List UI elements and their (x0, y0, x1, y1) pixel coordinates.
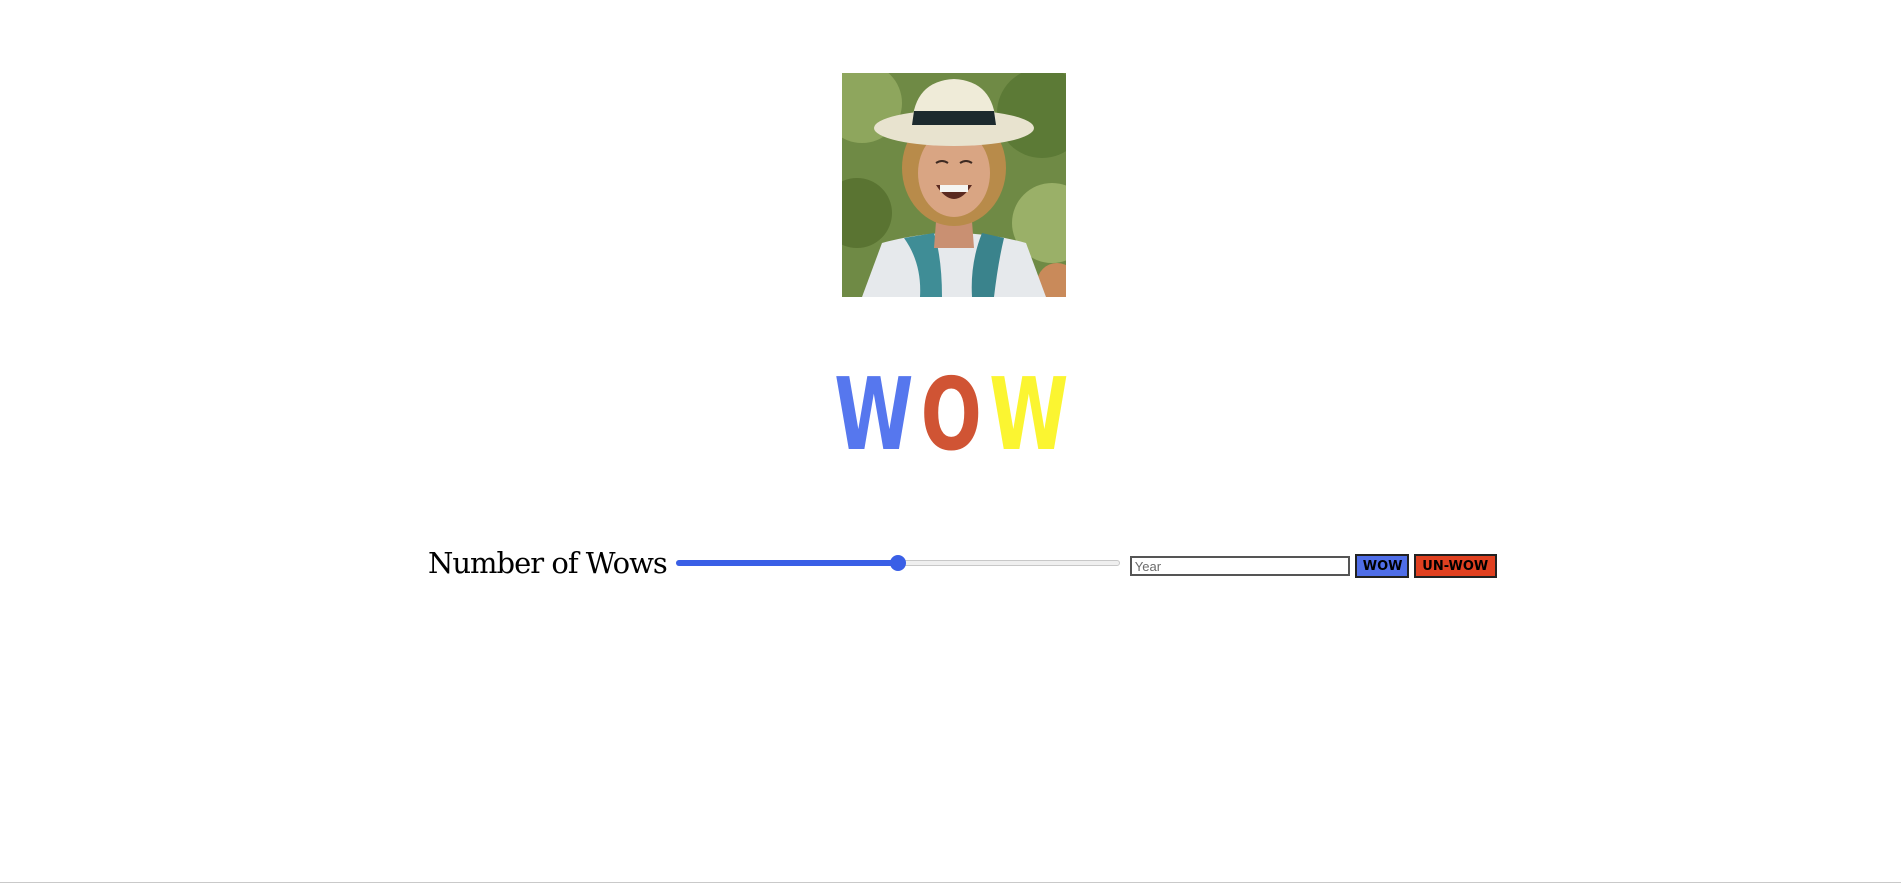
wows-slider[interactable] (675, 555, 1120, 571)
portrait-image (842, 73, 1066, 297)
page: WOW Number of Wows WOW UN-WOW (0, 0, 1901, 884)
wow-controls: Number of Wows WOW UN-WOW (428, 543, 1497, 583)
number-of-wows-label: Number of Wows (428, 546, 668, 580)
year-input[interactable] (1129, 556, 1350, 576)
wow-letter-2: O (920, 356, 982, 473)
wow-title: WOW (0, 360, 1901, 470)
slider-fill (675, 560, 898, 566)
wow-letter-1: W (833, 356, 913, 473)
slider-thumb[interactable] (889, 555, 906, 571)
unwow-button[interactable]: UN-WOW (1413, 554, 1497, 578)
wow-letter-3: W (989, 356, 1068, 473)
bottom-divider (0, 882, 1901, 883)
wow-button[interactable]: WOW (1354, 554, 1409, 578)
portrait-illustration (842, 73, 1066, 297)
